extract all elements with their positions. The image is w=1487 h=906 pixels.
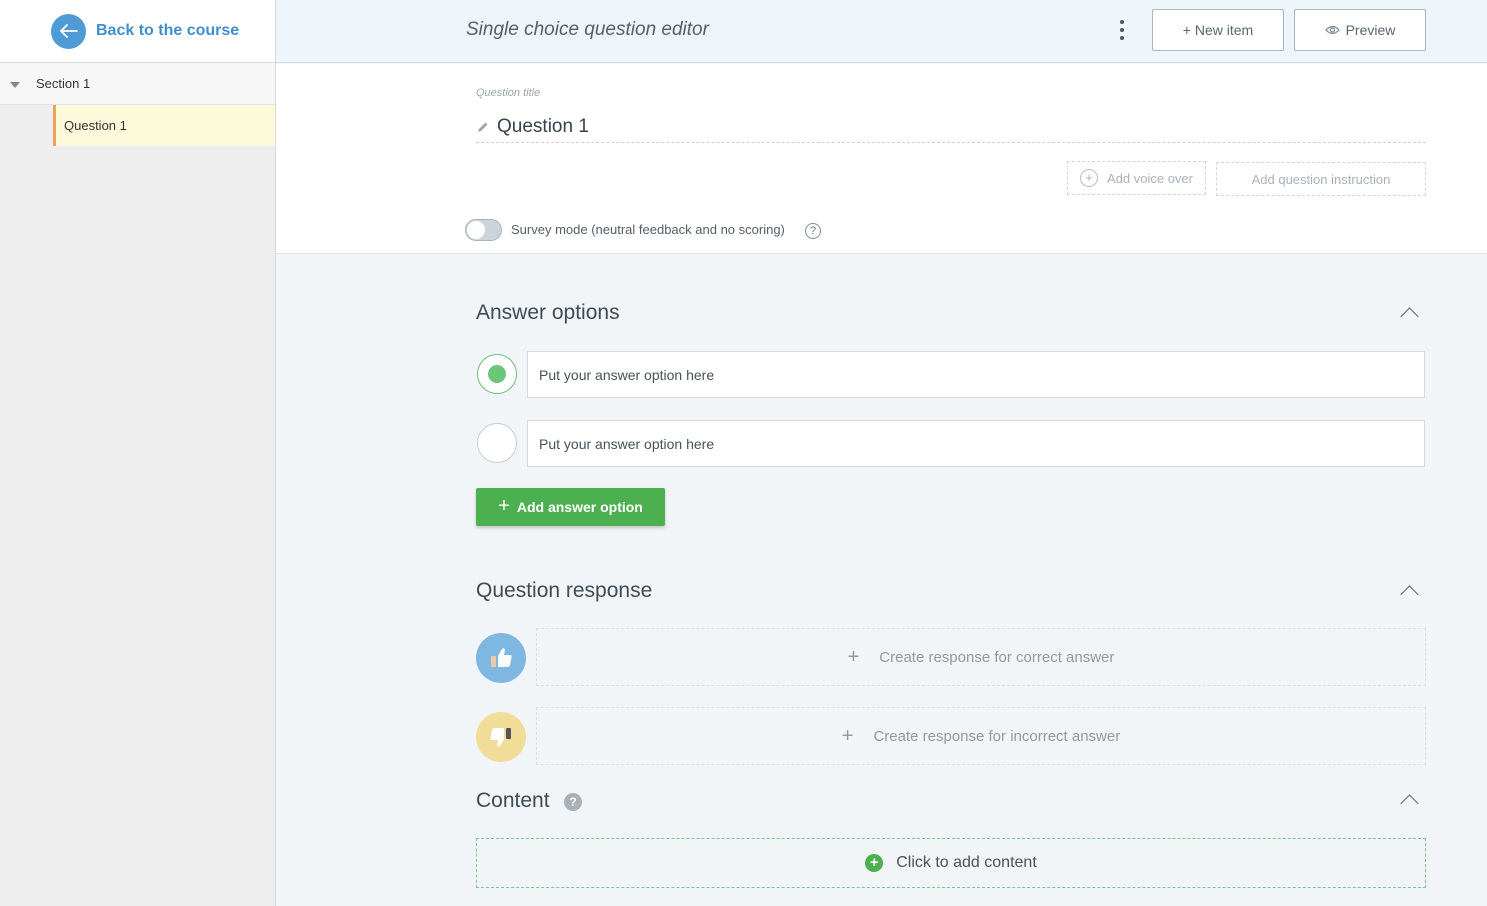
thumbs-down-icon xyxy=(476,712,526,762)
add-voice-over-button[interactable]: + Add voice over xyxy=(1067,161,1206,195)
question-title-panel: Question title Question 1 + Add voice ov… xyxy=(276,64,1487,254)
answer-option-input-1[interactable]: Put your answer option here xyxy=(527,351,1425,398)
plus-icon: + xyxy=(841,724,854,747)
plus-circle-icon: + xyxy=(865,854,884,872)
chevron-up-icon[interactable] xyxy=(1400,794,1419,813)
incorrect-response-button[interactable]: + Create response for incorrect answer xyxy=(536,707,1426,765)
incorrect-response-label: Create response for incorrect answer xyxy=(873,727,1121,745)
sidebar-section-label: Section 1 xyxy=(36,76,91,91)
more-options-icon[interactable] xyxy=(1116,20,1128,40)
survey-mode-label: Survey mode (neutral feedback and no sco… xyxy=(511,222,785,237)
question-title-field[interactable]: Question 1 xyxy=(476,112,1426,143)
pencil-icon xyxy=(478,122,488,132)
plus-icon: + xyxy=(498,494,510,517)
page-title: Single choice question editor xyxy=(466,19,709,40)
back-to-course-label[interactable]: Back to the course xyxy=(96,22,239,40)
sidebar-section-1[interactable]: Section 1 xyxy=(0,63,275,105)
correct-response-label: Create response for correct answer xyxy=(879,648,1115,666)
answer-radio-1[interactable] xyxy=(477,354,517,394)
add-instruction-label: Add question instruction xyxy=(1251,171,1391,187)
plus-icon: + xyxy=(847,645,860,668)
add-content-label: Click to add content xyxy=(896,854,1037,871)
thumbs-up-icon xyxy=(476,633,526,683)
sidebar-item-question-1[interactable]: Question 1 xyxy=(53,105,275,146)
answer-options-heading: Answer options xyxy=(476,301,620,324)
question-mark-icon[interactable]: ? xyxy=(805,223,821,239)
add-question-instruction-button[interactable]: Add question instruction xyxy=(1216,162,1426,196)
preview-button[interactable]: Preview xyxy=(1294,9,1426,51)
question-response-heading: Question response xyxy=(476,579,653,602)
course-sidebar: Back to the course Section 1 Question 1 xyxy=(0,0,276,906)
correct-response-button[interactable]: + Create response for correct answer xyxy=(536,628,1426,686)
answer-radio-2[interactable] xyxy=(477,423,517,463)
question-title-value[interactable]: Question 1 xyxy=(497,116,589,138)
answer-option-input-2[interactable]: Put your answer option here xyxy=(527,420,1425,467)
arrow-left-icon[interactable] xyxy=(51,13,86,49)
add-answer-option-button[interactable]: + Add answer option xyxy=(476,488,665,526)
survey-mode-toggle[interactable] xyxy=(465,219,502,241)
editor-header: Single choice question editor + New item… xyxy=(276,0,1487,63)
new-item-button[interactable]: + New item xyxy=(1152,9,1284,51)
plus-circle-icon: + xyxy=(1080,169,1098,187)
back-to-course-link[interactable]: Back to the course xyxy=(0,0,275,63)
chevron-up-icon[interactable] xyxy=(1400,585,1419,604)
question-title-label: Question title xyxy=(476,87,541,99)
preview-label: Preview xyxy=(1345,22,1396,38)
eye-icon xyxy=(1324,25,1340,35)
new-item-label: + New item xyxy=(1182,22,1254,38)
sidebar-item-label: Question 1 xyxy=(64,118,127,133)
caret-down-icon[interactable] xyxy=(10,82,20,88)
add-content-button[interactable]: + Click to add content xyxy=(476,838,1426,888)
chevron-up-icon[interactable] xyxy=(1400,307,1419,326)
toggle-knob xyxy=(467,221,485,239)
add-answer-option-label: Add answer option xyxy=(516,499,643,515)
add-voice-over-label: Add voice over xyxy=(1107,170,1193,186)
content-heading: Content xyxy=(476,789,550,812)
help-icon[interactable]: ? xyxy=(564,793,582,811)
